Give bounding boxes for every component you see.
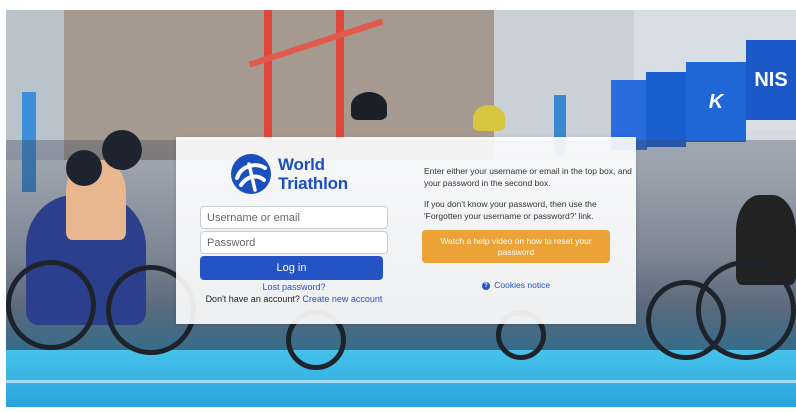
login-panel: World Triathlon Log in Lost password? Do… bbox=[176, 137, 636, 324]
brand-name-line2: Triathlon bbox=[278, 174, 348, 193]
no-account-row: Don't have an account? Create new accoun… bbox=[176, 294, 412, 304]
world-triathlon-logo: World Triathlon bbox=[231, 154, 348, 194]
helmet bbox=[66, 150, 102, 186]
sponsor-banner: NIS bbox=[746, 40, 796, 120]
bike-wheel bbox=[646, 280, 726, 360]
building bbox=[6, 10, 66, 160]
bike-wheel bbox=[6, 260, 96, 350]
password-input[interactable] bbox=[200, 231, 388, 254]
crane bbox=[336, 10, 344, 140]
login-form: World Triathlon Log in Lost password? Do… bbox=[176, 137, 406, 324]
cookies-notice-link[interactable]: Cookies notice bbox=[494, 280, 550, 290]
username-input[interactable] bbox=[200, 206, 388, 229]
cookies-notice-row: ? Cookies notice bbox=[416, 280, 616, 290]
no-account-text: Don't have an account? bbox=[205, 294, 300, 304]
question-circle-icon: ? bbox=[481, 281, 490, 290]
sponsor-banner bbox=[646, 72, 686, 147]
lost-password-link[interactable]: Lost password? bbox=[262, 282, 325, 292]
helmet bbox=[473, 105, 505, 131]
help-instructions-login: Enter either your username or email in t… bbox=[424, 166, 632, 188]
help-column: Enter either your username or email in t… bbox=[416, 137, 636, 324]
floor-line bbox=[6, 380, 796, 383]
crane bbox=[264, 10, 272, 140]
create-account-link[interactable]: Create new account bbox=[302, 294, 382, 304]
helmet bbox=[102, 130, 142, 170]
lost-password-row: Lost password? bbox=[176, 282, 412, 292]
sponsor-banner: K bbox=[686, 62, 746, 142]
brand-name-line1: World bbox=[278, 155, 325, 174]
login-button[interactable]: Log in bbox=[200, 256, 383, 280]
help-video-button[interactable]: Watch a help video on how to reset your … bbox=[422, 230, 610, 263]
helmet bbox=[351, 92, 387, 120]
sponsor-banner-text: NIS bbox=[754, 68, 788, 91]
brand-name: World Triathlon bbox=[278, 155, 348, 193]
help-instructions-password: If you don't know your password, then us… bbox=[424, 199, 597, 221]
sponsor-banner-script: K bbox=[708, 90, 724, 113]
world-triathlon-emblem-icon bbox=[231, 154, 271, 194]
